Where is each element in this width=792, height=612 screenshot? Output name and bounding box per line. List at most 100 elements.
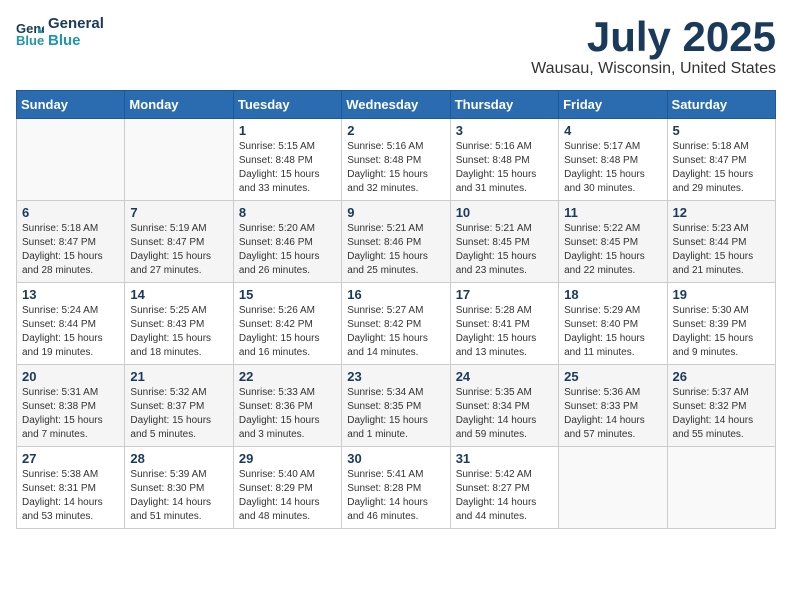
day-number: 3 <box>456 123 553 138</box>
day-info: Sunrise: 5:39 AMSunset: 8:30 PMDaylight:… <box>130 468 227 524</box>
day-number: 19 <box>673 287 770 302</box>
logo-blue: Blue <box>48 33 104 50</box>
day-number: 17 <box>456 287 553 302</box>
calendar-cell <box>667 447 775 529</box>
day-number: 2 <box>347 123 444 138</box>
location: Wausau, Wisconsin, United States <box>531 60 776 78</box>
weekday-header: Friday <box>559 91 667 119</box>
day-number: 10 <box>456 205 553 220</box>
logo-general: General <box>48 16 104 33</box>
day-info: Sunrise: 5:34 AMSunset: 8:35 PMDaylight:… <box>347 386 444 442</box>
calendar-cell: 29 Sunrise: 5:40 AMSunset: 8:29 PMDayligh… <box>233 447 341 529</box>
day-number: 13 <box>22 287 119 302</box>
day-number: 14 <box>130 287 227 302</box>
day-number: 27 <box>22 451 119 466</box>
day-info: Sunrise: 5:40 AMSunset: 8:29 PMDaylight:… <box>239 468 336 524</box>
calendar-header-row: SundayMondayTuesdayWednesdayThursdayFrid… <box>17 91 776 119</box>
calendar-cell: 11 Sunrise: 5:22 AMSunset: 8:45 PMDayligh… <box>559 201 667 283</box>
calendar-cell: 12 Sunrise: 5:23 AMSunset: 8:44 PMDayligh… <box>667 201 775 283</box>
calendar-cell: 16 Sunrise: 5:27 AMSunset: 8:42 PMDayligh… <box>342 283 450 365</box>
day-info: Sunrise: 5:21 AMSunset: 8:46 PMDaylight:… <box>347 222 444 278</box>
logo: General Blue General Blue <box>16 16 104 49</box>
day-info: Sunrise: 5:31 AMSunset: 8:38 PMDaylight:… <box>22 386 119 442</box>
day-number: 15 <box>239 287 336 302</box>
day-number: 29 <box>239 451 336 466</box>
calendar-cell: 22Sunrise: 5:33 AMSunset: 8:36 PMDayligh… <box>233 365 341 447</box>
day-info: Sunrise: 5:38 AMSunset: 8:31 PMDaylight:… <box>22 468 119 524</box>
calendar-cell: 8Sunrise: 5:20 AMSunset: 8:46 PMDaylight… <box>233 201 341 283</box>
calendar-cell: 5 Sunrise: 5:18 AMSunset: 8:47 PMDaylight… <box>667 119 775 201</box>
day-info: Sunrise: 5:22 AMSunset: 8:45 PMDaylight:… <box>564 222 661 278</box>
day-number: 1 <box>239 123 336 138</box>
day-number: 6 <box>22 205 119 220</box>
day-number: 30 <box>347 451 444 466</box>
day-info: Sunrise: 5:27 AMSunset: 8:42 PMDaylight:… <box>347 304 444 360</box>
day-number: 26 <box>673 369 770 384</box>
calendar-week-row: 6 Sunrise: 5:18 AMSunset: 8:47 PMDaylight… <box>17 201 776 283</box>
day-number: 22 <box>239 369 336 384</box>
day-info: Sunrise: 5:19 AMSunset: 8:47 PMDaylight:… <box>130 222 227 278</box>
weekday-header: Sunday <box>17 91 125 119</box>
calendar-cell: 1 Sunrise: 5:15 AMSunset: 8:48 PMDaylight… <box>233 119 341 201</box>
calendar-cell: 7 Sunrise: 5:19 AMSunset: 8:47 PMDaylight… <box>125 201 233 283</box>
day-number: 18 <box>564 287 661 302</box>
day-info: Sunrise: 5:41 AMSunset: 8:28 PMDaylight:… <box>347 468 444 524</box>
calendar-cell: 14 Sunrise: 5:25 AMSunset: 8:43 PMDayligh… <box>125 283 233 365</box>
calendar-week-row: 1 Sunrise: 5:15 AMSunset: 8:48 PMDaylight… <box>17 119 776 201</box>
day-info: Sunrise: 5:25 AMSunset: 8:43 PMDaylight:… <box>130 304 227 360</box>
calendar-cell: 21Sunrise: 5:32 AMSunset: 8:37 PMDayligh… <box>125 365 233 447</box>
calendar-cell: 28Sunrise: 5:39 AMSunset: 8:30 PMDayligh… <box>125 447 233 529</box>
calendar-cell: 30 Sunrise: 5:41 AMSunset: 8:28 PMDayligh… <box>342 447 450 529</box>
day-number: 25 <box>564 369 661 384</box>
day-info: Sunrise: 5:26 AMSunset: 8:42 PMDaylight:… <box>239 304 336 360</box>
calendar-cell: 10Sunrise: 5:21 AMSunset: 8:45 PMDayligh… <box>450 201 558 283</box>
weekday-header: Monday <box>125 91 233 119</box>
day-info: Sunrise: 5:42 AMSunset: 8:27 PMDaylight:… <box>456 468 553 524</box>
day-info: Sunrise: 5:28 AMSunset: 8:41 PMDaylight:… <box>456 304 553 360</box>
day-info: Sunrise: 5:23 AMSunset: 8:44 PMDaylight:… <box>673 222 770 278</box>
day-info: Sunrise: 5:30 AMSunset: 8:39 PMDaylight:… <box>673 304 770 360</box>
day-info: Sunrise: 5:18 AMSunset: 8:47 PMDaylight:… <box>673 140 770 196</box>
day-info: Sunrise: 5:20 AMSunset: 8:46 PMDaylight:… <box>239 222 336 278</box>
day-number: 16 <box>347 287 444 302</box>
calendar-cell: 4 Sunrise: 5:17 AMSunset: 8:48 PMDaylight… <box>559 119 667 201</box>
day-number: 11 <box>564 205 661 220</box>
calendar-cell: 13Sunrise: 5:24 AMSunset: 8:44 PMDayligh… <box>17 283 125 365</box>
weekday-header: Tuesday <box>233 91 341 119</box>
day-number: 7 <box>130 205 227 220</box>
day-number: 23 <box>347 369 444 384</box>
day-info: Sunrise: 5:18 AMSunset: 8:47 PMDaylight:… <box>22 222 119 278</box>
calendar-cell: 3 Sunrise: 5:16 AMSunset: 8:48 PMDaylight… <box>450 119 558 201</box>
day-info: Sunrise: 5:36 AMSunset: 8:33 PMDaylight:… <box>564 386 661 442</box>
calendar-cell: 9Sunrise: 5:21 AMSunset: 8:46 PMDaylight… <box>342 201 450 283</box>
calendar-cell: 15 Sunrise: 5:26 AMSunset: 8:42 PMDayligh… <box>233 283 341 365</box>
day-number: 5 <box>673 123 770 138</box>
calendar-cell: 2Sunrise: 5:16 AMSunset: 8:48 PMDaylight… <box>342 119 450 201</box>
calendar-cell: 26Sunrise: 5:37 AMSunset: 8:32 PMDayligh… <box>667 365 775 447</box>
calendar-cell: 17 Sunrise: 5:28 AMSunset: 8:41 PMDayligh… <box>450 283 558 365</box>
calendar-cell: 24 Sunrise: 5:35 AMSunset: 8:34 PMDayligh… <box>450 365 558 447</box>
title-block: July 2025 Wausau, Wisconsin, United Stat… <box>531 16 776 78</box>
day-info: Sunrise: 5:29 AMSunset: 8:40 PMDaylight:… <box>564 304 661 360</box>
calendar-cell <box>17 119 125 201</box>
calendar-cell: 20 Sunrise: 5:31 AMSunset: 8:38 PMDayligh… <box>17 365 125 447</box>
page-header: General Blue General Blue July 2025 Waus… <box>16 16 776 78</box>
calendar-cell: 6 Sunrise: 5:18 AMSunset: 8:47 PMDaylight… <box>17 201 125 283</box>
day-number: 20 <box>22 369 119 384</box>
day-number: 12 <box>673 205 770 220</box>
calendar-cell <box>125 119 233 201</box>
svg-text:Blue: Blue <box>16 33 44 47</box>
day-info: Sunrise: 5:17 AMSunset: 8:48 PMDaylight:… <box>564 140 661 196</box>
day-info: Sunrise: 5:35 AMSunset: 8:34 PMDaylight:… <box>456 386 553 442</box>
calendar-cell: 27 Sunrise: 5:38 AMSunset: 8:31 PMDayligh… <box>17 447 125 529</box>
calendar-cell: 23 Sunrise: 5:34 AMSunset: 8:35 PMDayligh… <box>342 365 450 447</box>
day-info: Sunrise: 5:15 AMSunset: 8:48 PMDaylight:… <box>239 140 336 196</box>
logo-icon: General Blue <box>16 19 44 47</box>
day-info: Sunrise: 5:16 AMSunset: 8:48 PMDaylight:… <box>456 140 553 196</box>
weekday-header: Thursday <box>450 91 558 119</box>
day-number: 24 <box>456 369 553 384</box>
day-number: 31 <box>456 451 553 466</box>
day-number: 4 <box>564 123 661 138</box>
weekday-header: Wednesday <box>342 91 450 119</box>
day-info: Sunrise: 5:32 AMSunset: 8:37 PMDaylight:… <box>130 386 227 442</box>
